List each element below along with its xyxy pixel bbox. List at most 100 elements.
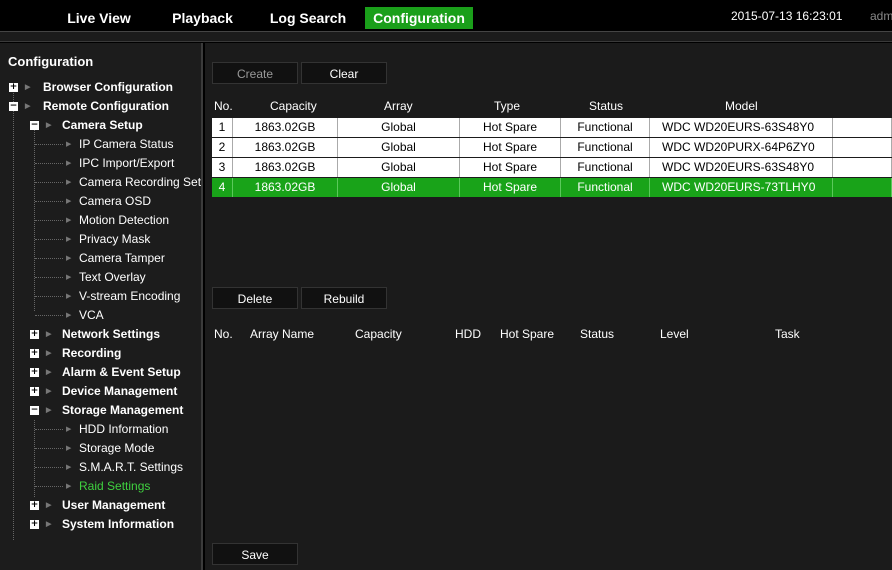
sidebar-item-recording[interactable]: + ▶ Recording	[0, 344, 201, 363]
col-no: No.	[214, 99, 233, 113]
sidebar-item-hdd-information[interactable]: ▶ HDD Information	[0, 420, 201, 439]
tree-arrow-icon: ▶	[66, 312, 72, 319]
sidebar-item-label: Camera Setup	[62, 118, 143, 132]
col-capacity: Capacity	[355, 327, 402, 341]
col-hot-spare: Hot Spare	[500, 327, 555, 341]
sidebar-item-camera-setup[interactable]: − ▶ Camera Setup	[0, 116, 201, 135]
tree-branch-line	[35, 467, 63, 468]
cell-capacity: 1863.02GB	[233, 138, 338, 157]
sidebar-item-device-management[interactable]: + ▶ Device Management	[0, 382, 201, 401]
sidebar-item-system-information[interactable]: + ▶ System Information	[0, 515, 201, 534]
cell-type: Hot Spare	[460, 118, 561, 137]
cell-empty	[833, 118, 892, 137]
sidebar-item-remote-configuration[interactable]: − ▶ Remote Configuration	[0, 97, 201, 116]
sidebar-item-privacy-mask[interactable]: ▶ Privacy Mask	[0, 230, 201, 249]
sidebar-item-label: Remote Configuration	[43, 99, 169, 113]
table-row[interactable]: 2 1863.02GB Global Hot Spare Functional WDC W…	[212, 138, 892, 157]
sidebar-item-label: Alarm & Event Setup	[62, 365, 181, 379]
expand-icon[interactable]: +	[30, 349, 39, 358]
table-row[interactable]: 3 1863.02GB Global Hot Spare Functional WDC W…	[212, 158, 892, 177]
collapse-icon[interactable]: −	[30, 121, 39, 130]
col-level: Level	[660, 327, 689, 341]
tab-playback[interactable]: Playback	[160, 7, 245, 29]
sidebar-title: Configuration	[8, 54, 94, 69]
sidebar-item-camera-osd[interactable]: ▶ Camera OSD	[0, 192, 201, 211]
tree-arrow-icon: ▶	[46, 502, 52, 509]
cell-model: WDC WD20PURX-64P6ZY0	[650, 138, 833, 157]
sidebar-item-camera-recording-set[interactable]: ▶ Camera Recording Set	[0, 173, 201, 192]
sidebar-item-label: Privacy Mask	[79, 232, 151, 246]
tree-arrow-icon: ▶	[66, 293, 72, 300]
tab-live-view[interactable]: Live View	[50, 7, 148, 29]
sidebar-item-label: Recording	[62, 346, 122, 360]
col-type: Type	[494, 99, 521, 113]
tree-branch-line	[35, 448, 63, 449]
tree-arrow-icon: ▶	[25, 84, 31, 91]
tree-branch-line	[35, 296, 63, 297]
tree-branch-line	[35, 163, 63, 164]
cell-array: Global	[338, 138, 460, 157]
sidebar-item-label: S.M.A.R.T. Settings	[79, 460, 184, 474]
table-row[interactable]: 1 1863.02GB Global Hot Spare Functional WDC W…	[212, 118, 892, 137]
expand-icon[interactable]: +	[30, 330, 39, 339]
cell-no: 4	[212, 178, 233, 197]
tree-branch-line	[35, 258, 63, 259]
tree-arrow-icon: ▶	[46, 521, 52, 528]
sidebar-item-motion-detection[interactable]: ▶ Motion Detection	[0, 211, 201, 230]
tab-log-search[interactable]: Log Search	[262, 7, 354, 29]
expand-icon[interactable]: +	[30, 368, 39, 377]
rebuild-button[interactable]: Rebuild	[301, 287, 387, 309]
sidebar-item-storage-mode[interactable]: ▶ Storage Mode	[0, 439, 201, 458]
cell-type: Hot Spare	[460, 178, 561, 197]
top-navigation-bar: Live View Playback Log Search Configurat…	[0, 0, 892, 32]
tree-arrow-icon: ▶	[66, 179, 72, 186]
tree-arrow-icon: ▶	[66, 236, 72, 243]
array-table-header: No. Array Name Capacity HDD Hot Spare St…	[205, 323, 892, 345]
sidebar-item-label: Storage Mode	[79, 441, 155, 455]
sidebar-item-raid-settings[interactable]: ▶ Raid Settings	[0, 477, 201, 496]
tree-arrow-icon: ▶	[46, 369, 52, 376]
sidebar-item-user-management[interactable]: + ▶ User Management	[0, 496, 201, 515]
main-panel: Create Clear No. Capacity Array Type Sta…	[205, 43, 892, 570]
tree-arrow-icon: ▶	[66, 464, 72, 471]
col-hdd: HDD	[455, 327, 481, 341]
table-row[interactable]: 4 1863.02GB Global Hot Spare Functional WDC W…	[212, 178, 892, 197]
collapse-icon[interactable]: −	[9, 102, 18, 111]
tree-arrow-icon: ▶	[46, 407, 52, 414]
cell-empty	[833, 178, 892, 197]
sidebar-item-network-settings[interactable]: + ▶ Network Settings	[0, 325, 201, 344]
sidebar-item-label: Text Overlay	[79, 270, 146, 284]
sidebar-item-camera-tamper[interactable]: ▶ Camera Tamper	[0, 249, 201, 268]
cell-status: Functional	[561, 138, 650, 157]
expand-icon[interactable]: +	[30, 387, 39, 396]
col-model: Model	[725, 99, 758, 113]
sidebar-item-v-stream-encoding[interactable]: ▶ V-stream Encoding	[0, 287, 201, 306]
datetime-display: 2015-07-13 16:23:01	[731, 9, 843, 23]
current-user[interactable]: adm	[870, 9, 892, 23]
sidebar-item-browser-configuration[interactable]: + ▶ Browser Configuration	[0, 78, 201, 97]
sidebar-item-ipc-import-export[interactable]: ▶ IPC Import/Export	[0, 154, 201, 173]
tab-configuration[interactable]: Configuration	[365, 7, 473, 29]
expand-icon[interactable]: +	[30, 501, 39, 510]
create-button[interactable]: Create	[212, 62, 298, 84]
tree-arrow-icon: ▶	[25, 103, 31, 110]
cell-capacity: 1863.02GB	[233, 178, 338, 197]
sidebar-item-label: HDD Information	[79, 422, 169, 436]
cell-status: Functional	[561, 118, 650, 137]
col-no: No.	[214, 327, 233, 341]
cell-array: Global	[338, 118, 460, 137]
sidebar-item-vca[interactable]: ▶ VCA	[0, 306, 201, 325]
clear-button[interactable]: Clear	[301, 62, 387, 84]
expand-icon[interactable]: +	[9, 83, 18, 92]
sidebar-item-alarm-event-setup[interactable]: + ▶ Alarm & Event Setup	[0, 363, 201, 382]
collapse-icon[interactable]: −	[30, 406, 39, 415]
save-button[interactable]: Save	[212, 543, 298, 565]
tree-arrow-icon: ▶	[46, 350, 52, 357]
delete-button[interactable]: Delete	[212, 287, 298, 309]
sidebar-item-text-overlay[interactable]: ▶ Text Overlay	[0, 268, 201, 287]
sidebar-item-ip-camera-status[interactable]: ▶ IP Camera Status	[0, 135, 201, 154]
expand-icon[interactable]: +	[30, 520, 39, 529]
sidebar-item-s-m-a-r-t-settings[interactable]: ▶ S.M.A.R.T. Settings	[0, 458, 201, 477]
sidebar-item-storage-management[interactable]: − ▶ Storage Management	[0, 401, 201, 420]
tree-branch-line	[35, 277, 63, 278]
